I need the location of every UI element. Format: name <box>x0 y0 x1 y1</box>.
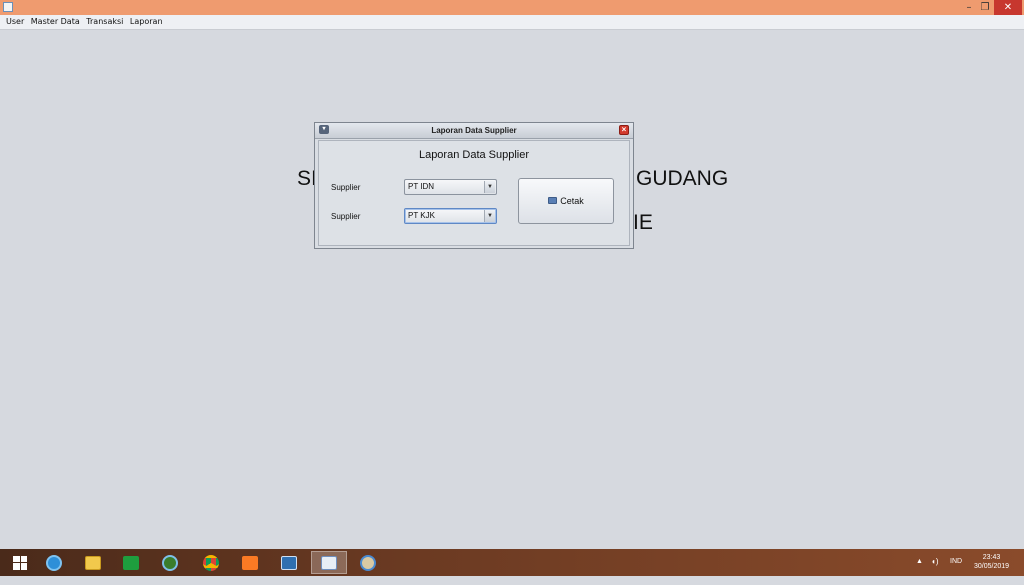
cetak-button-label: Cetak <box>560 196 584 206</box>
taskbar: ▲ ◖) IND 23:43 30/05/2019 <box>0 549 1024 576</box>
close-button[interactable]: ✕ <box>994 0 1022 15</box>
virtualbox-icon[interactable] <box>271 551 307 574</box>
speaker-icon[interactable]: ◖) <box>931 557 939 584</box>
java-icon[interactable] <box>311 551 347 574</box>
file-explorer-icon[interactable] <box>75 551 111 574</box>
dialog-title: Laporan Data Supplier <box>431 126 517 135</box>
start-button[interactable] <box>2 551 38 574</box>
background-title-right: GUDANG <box>636 167 729 190</box>
dialog-heading: Laporan Data Supplier <box>418 149 530 161</box>
dialog-titlebar[interactable]: ▾ Laporan Data Supplier × <box>315 123 633 139</box>
java-app-icon <box>3 2 13 12</box>
menu-bar: User Master Data Transaksi Laporan <box>0 15 1024 30</box>
internet-explorer-icon[interactable] <box>36 551 72 574</box>
dialog-panel: Laporan Data Supplier Supplier PT IDN ▼ … <box>318 140 630 246</box>
supplier-combobox-1[interactable]: PT IDN ▼ <box>404 179 497 195</box>
xampp-icon[interactable] <box>232 551 268 574</box>
chevron-down-icon[interactable]: ▼ <box>484 181 495 193</box>
supplier-combobox-2[interactable]: PT KJK ▼ <box>404 208 497 224</box>
supplier-label-2: Supplier <box>331 212 361 221</box>
window-titlebar: – ❐ ✕ <box>0 0 1024 15</box>
clock-time: 23:43 <box>982 554 1001 561</box>
cetak-button[interactable]: Cetak <box>518 178 614 224</box>
supplier-label-1: Supplier <box>331 183 361 192</box>
minimize-button[interactable]: – <box>962 0 976 15</box>
menu-transaksi[interactable]: Transaksi <box>84 15 125 29</box>
chevron-up-icon[interactable]: ▲ <box>916 558 923 585</box>
chrome-icon[interactable] <box>193 551 229 574</box>
store-icon[interactable] <box>113 551 149 574</box>
supplier-combobox-1-value: PT IDN <box>408 182 435 191</box>
printer-icon <box>548 197 558 205</box>
supplier-combobox-2-value: PT KJK <box>408 211 435 220</box>
maximize-button[interactable]: ❐ <box>978 0 992 15</box>
menu-laporan[interactable]: Laporan <box>128 15 165 29</box>
windows-logo-icon <box>13 555 27 570</box>
background-title-right2: IE <box>633 211 653 234</box>
dialog-menu-icon[interactable]: ▾ <box>319 125 329 134</box>
paint-icon[interactable] <box>350 551 386 574</box>
clock-date: 30/05/2019 <box>974 563 1010 570</box>
app-icon[interactable] <box>152 551 188 574</box>
menu-master-data[interactable]: Master Data <box>29 15 82 29</box>
laporan-supplier-dialog: ▾ Laporan Data Supplier × Laporan Data S… <box>314 122 634 249</box>
menu-user[interactable]: User <box>4 15 26 29</box>
chevron-down-icon[interactable]: ▼ <box>484 210 495 222</box>
dialog-close-icon[interactable]: × <box>619 125 629 135</box>
language-indicator[interactable]: IND <box>950 558 962 585</box>
